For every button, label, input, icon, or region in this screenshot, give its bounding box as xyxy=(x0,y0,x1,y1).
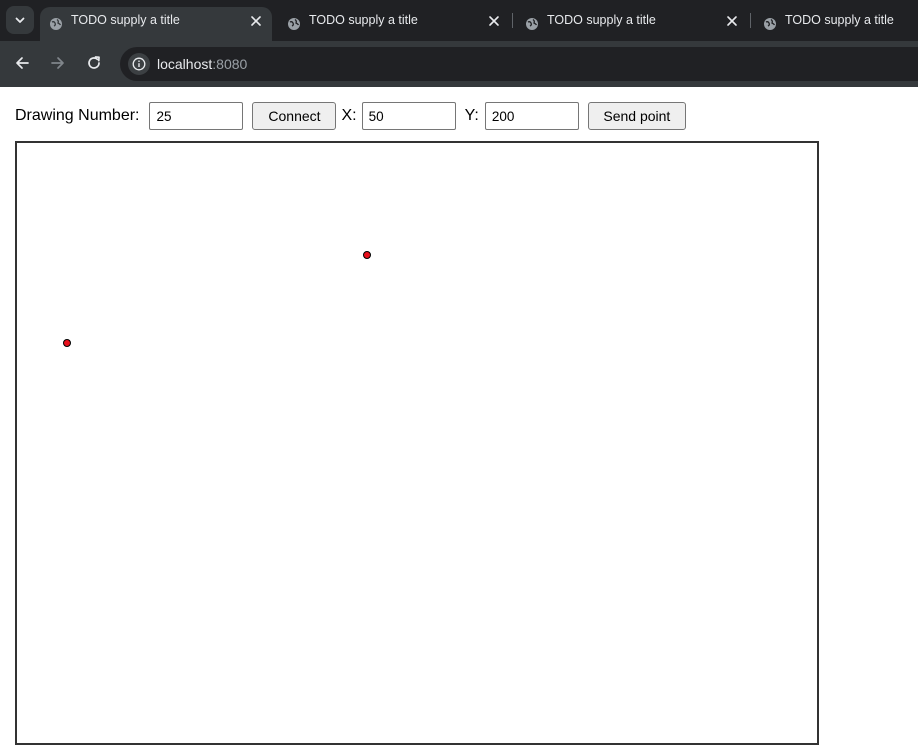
tab-title: TODO supply a title xyxy=(785,13,894,27)
forward-button[interactable] xyxy=(47,52,69,74)
x-label: X: xyxy=(341,107,357,124)
address-bar[interactable]: localhost:8080 xyxy=(120,47,918,81)
drawing-number-label: Drawing Number: xyxy=(15,107,140,124)
url-host: localhost xyxy=(157,56,213,72)
reload-icon xyxy=(88,56,100,69)
tab-title: TODO supply a title xyxy=(71,13,180,27)
tab-separator xyxy=(512,13,513,28)
info-icon xyxy=(132,57,146,71)
arrow-right-icon xyxy=(51,57,64,69)
y-input[interactable] xyxy=(484,102,579,130)
y-label: Y: xyxy=(464,107,479,124)
page-content: Drawing Number: Connect X: Y: Send point xyxy=(0,87,918,755)
tab-strip: TODO supply a title TODO supply a title … xyxy=(0,0,918,41)
arrow-left-icon xyxy=(16,57,29,69)
close-icon[interactable] xyxy=(249,14,263,28)
send-point-button[interactable]: Send point xyxy=(587,102,686,130)
url-port: :8080 xyxy=(212,56,248,72)
close-icon[interactable] xyxy=(487,14,501,28)
tab-separator xyxy=(750,13,751,28)
globe-icon xyxy=(288,18,300,30)
drawing-canvas[interactable] xyxy=(15,141,819,745)
tab-4[interactable]: TODO supply a title xyxy=(754,7,918,41)
chevron-down-icon xyxy=(15,17,25,23)
reload-button[interactable] xyxy=(83,52,105,74)
tab-3[interactable]: TODO supply a title xyxy=(516,7,748,41)
site-info-button[interactable] xyxy=(128,53,150,75)
connect-button[interactable]: Connect xyxy=(252,102,337,130)
x-input[interactable] xyxy=(361,102,456,130)
globe-icon xyxy=(764,18,776,30)
url-text: localhost:8080 xyxy=(157,47,247,81)
globe-icon xyxy=(50,18,62,30)
browser-toolbar: localhost:8080 xyxy=(0,41,918,87)
back-button[interactable] xyxy=(11,52,33,74)
tab-search-button[interactable] xyxy=(6,6,34,34)
tab-2[interactable]: TODO supply a title xyxy=(278,7,510,41)
drawing-number-input[interactable] xyxy=(149,102,244,130)
close-icon[interactable] xyxy=(725,14,739,28)
tab-title: TODO supply a title xyxy=(309,13,418,27)
drawn-point xyxy=(63,339,71,347)
tab-1[interactable]: TODO supply a title xyxy=(40,7,272,41)
drawn-point xyxy=(363,251,371,259)
globe-icon xyxy=(526,18,538,30)
controls-bar: Drawing Number: Connect X: Y: Send point xyxy=(15,102,686,130)
tab-title: TODO supply a title xyxy=(547,13,656,27)
